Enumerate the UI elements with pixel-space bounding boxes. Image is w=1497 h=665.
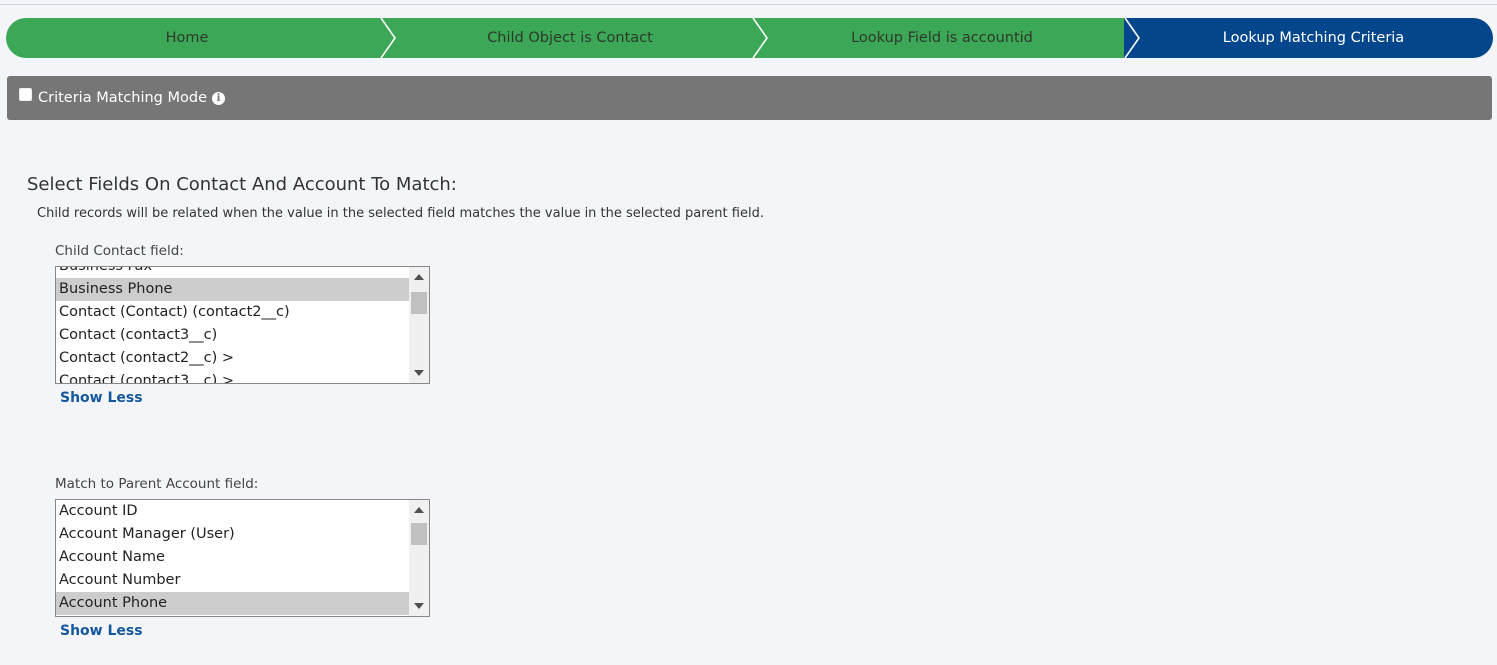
parent-field-scrollbar[interactable]: [409, 500, 429, 616]
parent-show-less-link[interactable]: Show Less: [60, 623, 143, 639]
child-show-less-link[interactable]: Show Less: [60, 390, 143, 406]
list-option[interactable]: Account Number: [56, 569, 409, 592]
breadcrumb-step-home[interactable]: Home: [6, 18, 388, 58]
parent-field-label: Match to Parent Account field:: [55, 476, 259, 492]
child-field-listbox[interactable]: Business Fax Business Phone Contact (Con…: [55, 266, 430, 384]
list-option[interactable]: Account ID: [56, 500, 409, 523]
breadcrumb-step-child-object[interactable]: Child Object is Contact: [380, 18, 760, 58]
breadcrumb-step-lookup-field[interactable]: Lookup Field is accountid: [752, 18, 1132, 58]
scroll-up-arrow-icon[interactable]: [414, 274, 424, 280]
list-option[interactable]: Business Fax: [56, 267, 409, 278]
list-option[interactable]: Contact (contact3__c): [56, 324, 409, 347]
list-option-selected[interactable]: Business Phone: [56, 278, 409, 301]
criteria-mode-bar: Criteria Matching Mode i: [7, 76, 1492, 120]
scrollbar-thumb[interactable]: [411, 523, 427, 545]
list-option[interactable]: Contact (contact3__c) >: [56, 370, 409, 383]
breadcrumb-step-label: Home: [165, 30, 209, 46]
list-option[interactable]: Account Manager (User): [56, 523, 409, 546]
child-field-scrollbar[interactable]: [409, 267, 429, 383]
breadcrumb-step-matching-criteria[interactable]: Lookup Matching Criteria: [1124, 18, 1493, 58]
list-option[interactable]: Contact (contact2__c) >: [56, 347, 409, 370]
breadcrumb: Home Child Object is Contact Lookup Fiel…: [6, 18, 1493, 58]
section-title: Select Fields On Contact And Account To …: [27, 173, 457, 195]
list-option[interactable]: Contact (Contact) (contact2__c): [56, 301, 409, 324]
child-field-options: Business Fax Business Phone Contact (Con…: [56, 267, 409, 383]
scroll-down-arrow-icon[interactable]: [414, 603, 424, 609]
top-divider: [0, 4, 1497, 5]
list-option-selected[interactable]: Account Phone: [56, 592, 409, 615]
scroll-up-arrow-icon[interactable]: [414, 507, 424, 513]
parent-field-options: Account ID Account Manager (User) Accoun…: [56, 500, 409, 615]
scroll-down-arrow-icon[interactable]: [414, 370, 424, 376]
child-field-label: Child Contact field:: [55, 243, 184, 259]
list-option[interactable]: Account Name: [56, 546, 409, 569]
criteria-mode-checkbox[interactable]: [19, 87, 32, 101]
scrollbar-thumb[interactable]: [411, 292, 427, 314]
breadcrumb-step-label: Child Object is Contact: [487, 30, 653, 46]
section-description: Child records will be related when the v…: [37, 206, 764, 221]
criteria-mode-label[interactable]: Criteria Matching Mode: [38, 90, 207, 106]
breadcrumb-step-label: Lookup Matching Criteria: [1222, 30, 1405, 46]
parent-field-listbox[interactable]: Account ID Account Manager (User) Accoun…: [55, 499, 430, 617]
breadcrumb-step-label: Lookup Field is accountid: [851, 30, 1033, 46]
info-circle-icon[interactable]: i: [212, 91, 225, 105]
